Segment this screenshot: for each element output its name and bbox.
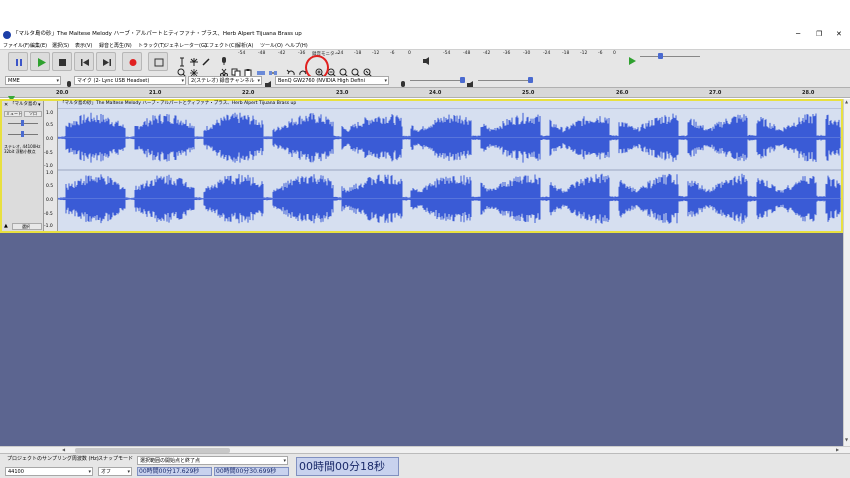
- ruler-tick: 24.0: [429, 90, 442, 96]
- track-menu-arrow[interactable]: ▾: [38, 103, 41, 108]
- trim-icon[interactable]: [256, 63, 266, 75]
- track-close-icon[interactable]: ✕: [4, 103, 8, 108]
- menu-effect[interactable]: エフェクト(C): [204, 42, 236, 49]
- fit-selection-icon[interactable]: [339, 63, 349, 78]
- horizontal-scrollbar[interactable]: ◀ ▶: [0, 446, 850, 453]
- project-rate-label: プロジェクトのサンプリング周波数 (Hz): [7, 456, 99, 462]
- fit-project-icon[interactable]: [351, 63, 361, 78]
- pause-button[interactable]: [8, 52, 28, 71]
- play-button[interactable]: [30, 52, 50, 71]
- menu-tools[interactable]: ツール(O): [260, 42, 283, 49]
- playback-volume-thumb[interactable]: [528, 77, 533, 83]
- menu-help[interactable]: ヘルプ(H): [285, 42, 308, 49]
- ruler-tick: 22.0: [242, 90, 255, 96]
- ruler-tick: 21.0: [149, 90, 162, 96]
- loop-button[interactable]: [148, 52, 168, 71]
- ruler-tick: 27.0: [709, 90, 722, 96]
- playback-volume-slider[interactable]: [478, 80, 533, 81]
- restore-button[interactable]: ❐: [816, 31, 822, 38]
- cut-icon[interactable]: [219, 63, 229, 77]
- close-button[interactable]: ✕: [836, 31, 842, 38]
- minimize-button[interactable]: ─: [796, 31, 800, 38]
- menu-analyze[interactable]: 解析(A): [236, 42, 253, 49]
- pan-thumb[interactable]: [21, 131, 24, 137]
- recording-volume-thumb[interactable]: [460, 77, 465, 83]
- recording-channels-select[interactable]: 2(ステレオ) 録音チャンネル ▾: [188, 76, 262, 85]
- menu-view[interactable]: 表示(V): [75, 42, 92, 49]
- snap-label: スナップモード: [98, 456, 134, 462]
- clip-title: 「マルタ島の砂」The Maltese Melody ハーブ・アルパートとティフ…: [60, 101, 297, 106]
- selection-end-field[interactable]: 00時間00分30.699秒: [214, 467, 289, 476]
- ruler-tick: 23.0: [336, 90, 349, 96]
- skip-start-button[interactable]: [74, 52, 94, 71]
- draw-tool-icon[interactable]: [201, 52, 211, 66]
- solo-button[interactable]: ソロ: [24, 111, 42, 117]
- mic-device-icon: [64, 75, 74, 89]
- app-icon: [3, 31, 11, 39]
- stop-button[interactable]: [52, 52, 72, 71]
- zoom-toggle-icon[interactable]: [363, 63, 373, 78]
- menu-record-play[interactable]: 録音と再生(N): [99, 42, 132, 49]
- project-rate-select[interactable]: 44100 ▾: [5, 467, 93, 476]
- multi-tool-icon[interactable]: [189, 63, 199, 77]
- menu-generator[interactable]: ジェネレーター(G): [164, 42, 207, 49]
- window-title: 「マルタ島の砂」The Maltese Melody ハーブ・アルパートとティフ…: [13, 31, 302, 37]
- menu-track[interactable]: トラック(T): [138, 42, 165, 49]
- recording-device-select[interactable]: マイク (2- Lync USB Headset) ▾: [74, 76, 186, 85]
- ruler-tick: 20.0: [56, 90, 69, 96]
- play-at-speed-icon[interactable]: [627, 51, 637, 65]
- envelope-tool-icon[interactable]: [189, 52, 199, 66]
- recording-volume-slider[interactable]: [410, 80, 465, 81]
- copy-icon[interactable]: [231, 63, 241, 78]
- menu-select[interactable]: 選択(S): [52, 42, 69, 49]
- audio-host-select[interactable]: MME ▾: [5, 76, 61, 85]
- output-device-icon: [264, 75, 274, 89]
- track-area-empty[interactable]: [0, 233, 843, 446]
- record-meter-mic-icon[interactable]: [219, 51, 229, 65]
- menu-file[interactable]: ファイル(F): [3, 42, 30, 49]
- track-collapse-icon[interactable]: ▲: [4, 224, 8, 229]
- play-speed-slider[interactable]: [640, 56, 700, 57]
- menu-edit[interactable]: 編集(E): [30, 42, 47, 49]
- timeline-options-icon[interactable]: [7, 88, 16, 102]
- vertical-scrollbar[interactable]: ▲ ▼: [843, 99, 850, 446]
- gain-thumb[interactable]: [21, 120, 24, 126]
- undo-icon[interactable]: [286, 63, 296, 76]
- audio-position-field[interactable]: 00時間00分18秒: [296, 457, 399, 476]
- track-select-button[interactable]: 選択: [12, 223, 42, 230]
- ruler-tick: 25.0: [522, 90, 535, 96]
- record-button[interactable]: [122, 52, 142, 71]
- selection-tool-icon[interactable]: [177, 52, 187, 67]
- mute-button[interactable]: ミュート: [4, 111, 22, 117]
- title-bar: 「マルタ島の砂」The Maltese Melody ハーブ・アルパートとティフ…: [0, 29, 850, 41]
- selection-mode-select[interactable]: 選択範囲の開始点と終了点 ▾: [137, 456, 288, 465]
- waveform[interactable]: [58, 110, 841, 231]
- ruler-tick: 28.0: [802, 90, 815, 96]
- play-meter-speaker-icon[interactable]: [422, 51, 432, 65]
- track-name-menu[interactable]: 「マルタ島の: [10, 102, 37, 108]
- timeline-ruler[interactable]: [0, 87, 850, 98]
- paste-icon[interactable]: [243, 63, 253, 78]
- snap-select[interactable]: オフ ▾: [98, 467, 132, 476]
- vertical-scale[interactable]: 1.0 0.5 0.0 -0.5 -1.0 1.0 0.5 0.0 -0.5 -…: [44, 101, 58, 231]
- skip-end-button[interactable]: [96, 52, 116, 71]
- selection-start-field[interactable]: 00時間00分17.629秒: [137, 467, 212, 476]
- play-speed-thumb[interactable]: [658, 53, 663, 59]
- clip-title-bar[interactable]: 「マルタ島の砂」The Maltese Melody ハーブ・アルパートとティフ…: [58, 101, 841, 109]
- silence-icon[interactable]: [268, 63, 278, 75]
- zoom-tool-icon[interactable]: [177, 63, 187, 78]
- playback-device-select[interactable]: BenQ GW2760 (NVIDIA High Defini ▾: [275, 76, 389, 85]
- ruler-tick: 26.0: [616, 90, 629, 96]
- recording-volume-icon[interactable]: [398, 75, 408, 89]
- track-info: ステレオ, 44100Hz 32bit 浮動小数点: [4, 144, 41, 155]
- playback-volume-icon[interactable]: [466, 75, 476, 89]
